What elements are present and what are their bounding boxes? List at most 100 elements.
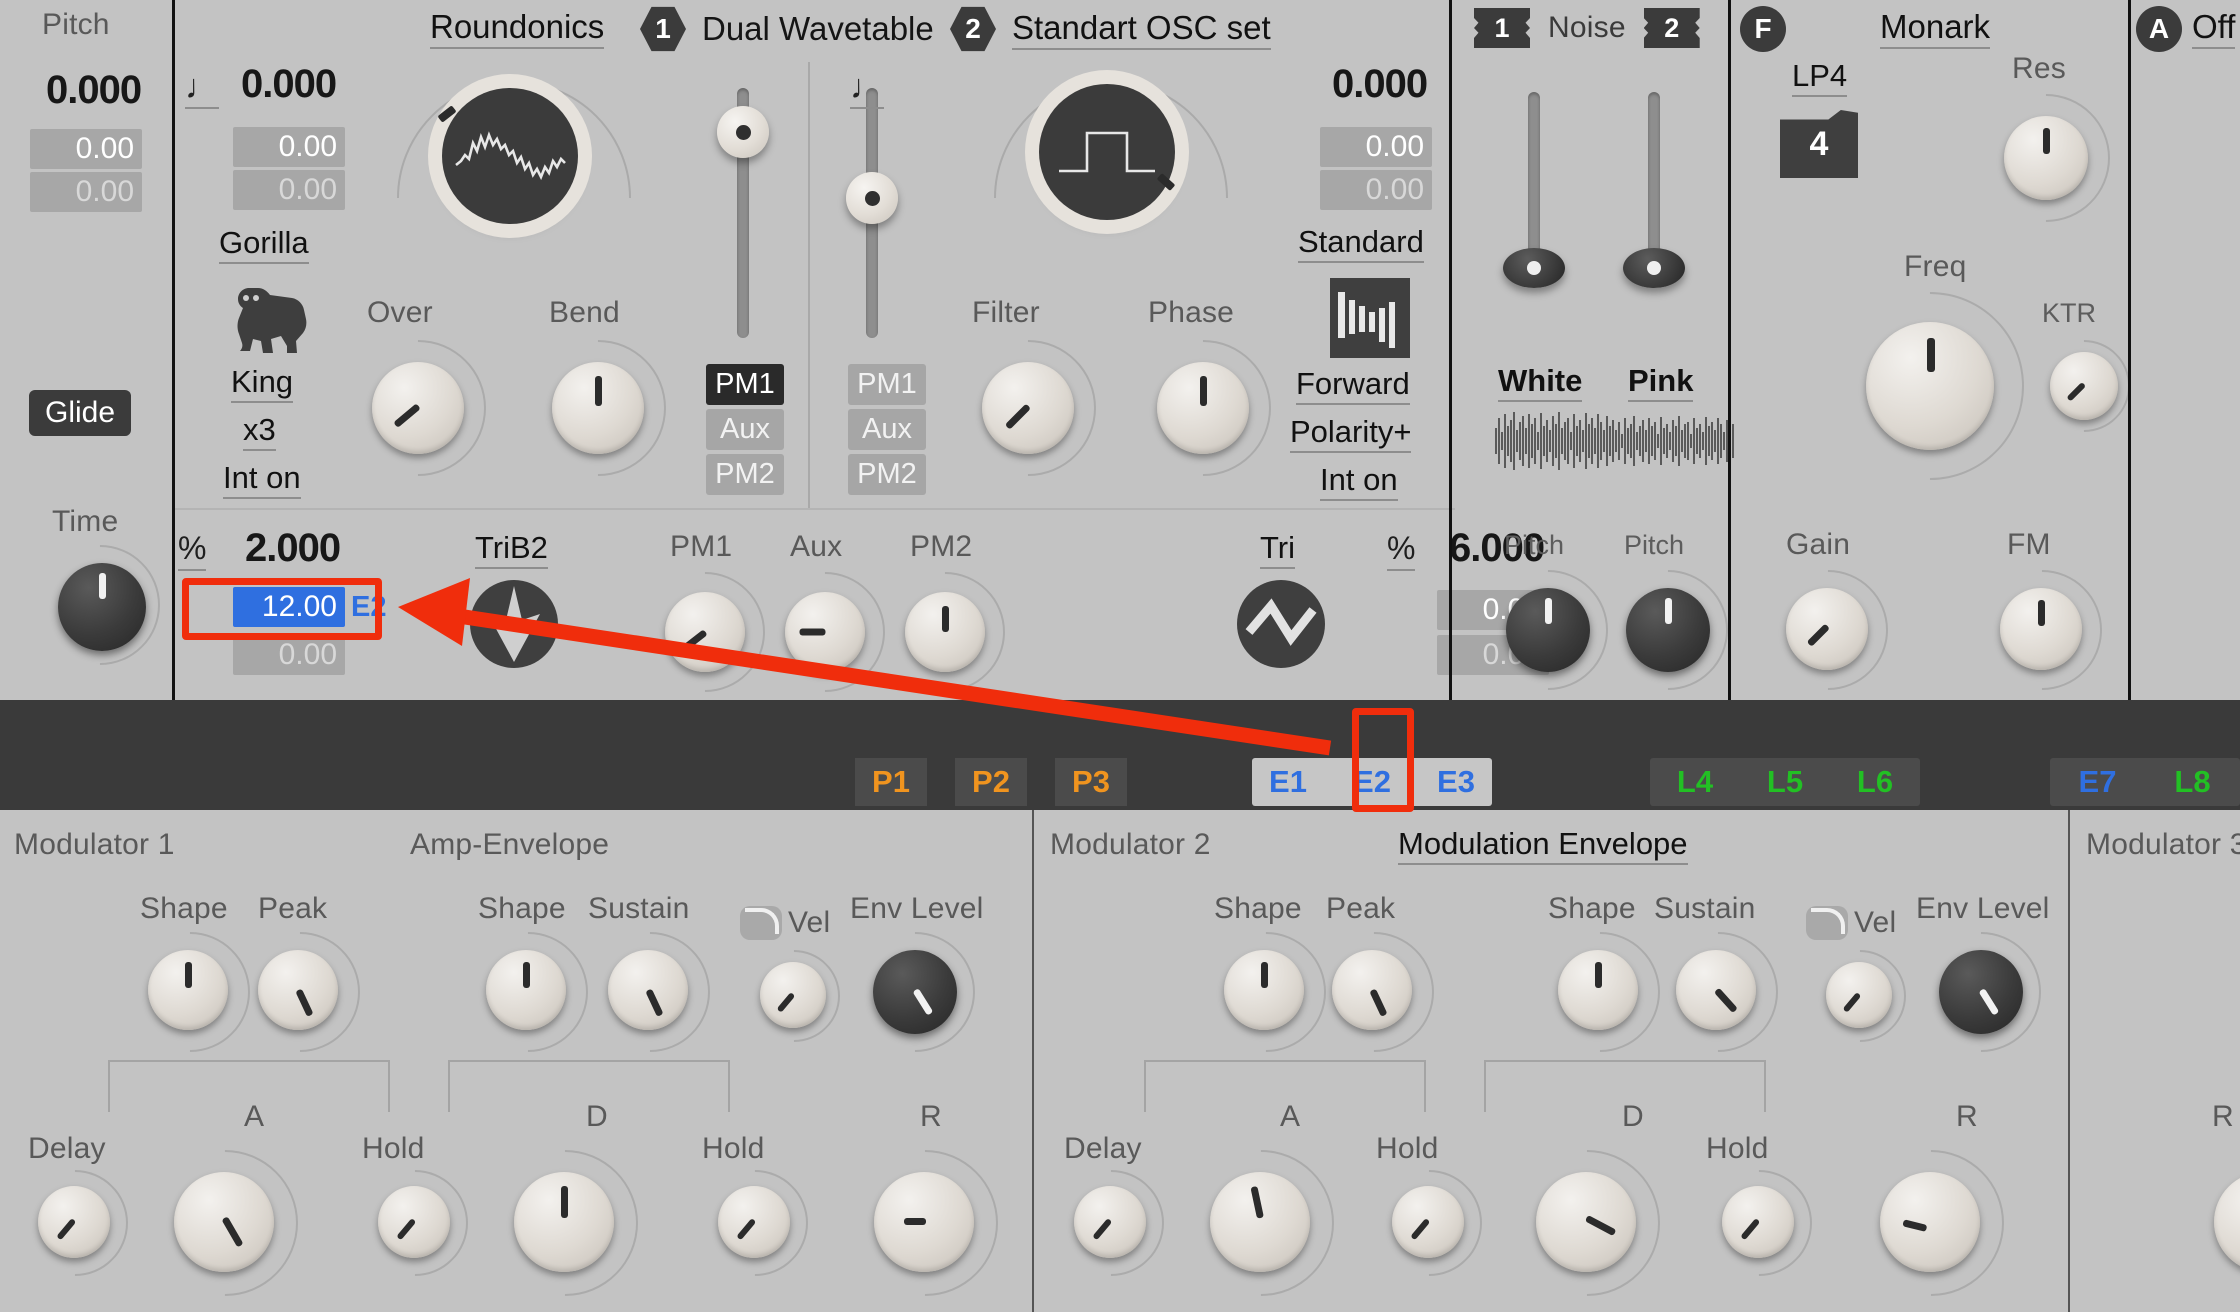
m1-shape-d-knob[interactable] bbox=[443, 907, 613, 1077]
osc1-wavetable-name[interactable]: Gorilla bbox=[219, 225, 309, 264]
pitch-mod-value-2[interactable]: 0.00 bbox=[30, 172, 142, 212]
osc1-level-slider-thumb[interactable] bbox=[717, 106, 769, 158]
filter-gain-knob[interactable] bbox=[1743, 545, 1913, 715]
osc2-mod-value-2[interactable]: 0.00 bbox=[1320, 170, 1432, 210]
tab-e3[interactable]: E3 bbox=[1420, 758, 1492, 806]
noise-pink-pitch-knob[interactable] bbox=[1583, 545, 1753, 715]
m2-attack-knob[interactable] bbox=[1157, 1119, 1365, 1312]
m1-hold1-knob[interactable] bbox=[340, 1148, 490, 1298]
glide-time-knob[interactable] bbox=[15, 520, 185, 690]
noise-white-pitch-knob[interactable] bbox=[1463, 545, 1633, 715]
osc1-mod-value-2[interactable]: 0.00 bbox=[233, 170, 345, 210]
wavetable-waveform bbox=[455, 131, 566, 181]
tab-p2[interactable]: P2 bbox=[955, 758, 1027, 806]
modulator-1-name: Modulator 1 bbox=[14, 828, 175, 861]
m2-shape-a-label: Shape bbox=[1214, 892, 1302, 925]
tab-e1[interactable]: E1 bbox=[1252, 758, 1324, 806]
osc1-chip-pm1[interactable]: PM1 bbox=[706, 364, 784, 405]
tab-l4[interactable]: L4 bbox=[1650, 758, 1740, 806]
osc1-mod-value-1[interactable]: 0.00 bbox=[233, 127, 345, 167]
osc1-sub-wave-name[interactable]: TriB2 bbox=[475, 530, 548, 569]
tab-l6[interactable]: L6 bbox=[1830, 758, 1920, 806]
filter-fm-label: FM bbox=[2007, 528, 2051, 561]
m2-peak-knob[interactable] bbox=[1289, 907, 1459, 1077]
osc1-chip-aux[interactable]: Aux bbox=[706, 409, 784, 450]
osc-mix-pm2-knob[interactable] bbox=[860, 547, 1030, 717]
tab-p1[interactable]: P1 bbox=[855, 758, 927, 806]
m1-shape-a-knob[interactable] bbox=[105, 907, 275, 1077]
osc1-king-label[interactable]: King bbox=[231, 364, 294, 403]
osc2-wave-display[interactable] bbox=[987, 68, 1235, 264]
osc2-mode-name[interactable]: Standard bbox=[1298, 224, 1424, 263]
m1-hold2-knob[interactable] bbox=[680, 1148, 830, 1298]
vel-curve-icon[interactable] bbox=[1806, 906, 1848, 940]
noise-pink-label[interactable]: Pink bbox=[1628, 363, 1694, 402]
tab-p3[interactable]: P3 bbox=[1055, 758, 1127, 806]
osc2-int-label[interactable]: Int on bbox=[1320, 462, 1398, 501]
osc2-mod-value-1[interactable]: 0.00 bbox=[1320, 127, 1432, 167]
osc2-forward-label[interactable]: Forward bbox=[1296, 366, 1410, 405]
amp-title[interactable]: Off bbox=[2192, 8, 2236, 49]
osc1-chip-pm2[interactable]: PM2 bbox=[706, 454, 784, 495]
m1-env-level-knob[interactable] bbox=[830, 907, 1000, 1077]
osc2-level-slider-thumb[interactable] bbox=[846, 172, 898, 224]
noise-white-slider[interactable] bbox=[1528, 92, 1540, 270]
osc-mix-aux-knob[interactable] bbox=[740, 547, 910, 717]
filter-title[interactable]: Monark bbox=[1880, 8, 1991, 49]
noise-badge-2[interactable]: 2 bbox=[1643, 8, 1700, 48]
osc2-chip-aux[interactable]: Aux bbox=[848, 409, 926, 450]
osc1-badge[interactable]: 1 bbox=[640, 6, 686, 52]
m1-decay-knob[interactable] bbox=[461, 1119, 669, 1312]
noise-white-label[interactable]: White bbox=[1498, 363, 1583, 402]
filter-fm-knob[interactable] bbox=[1957, 545, 2127, 715]
osc2-phase-knob[interactable] bbox=[1106, 311, 1300, 505]
osc2-chip-pm2[interactable]: PM2 bbox=[848, 454, 926, 495]
m2-decay-knob[interactable] bbox=[1483, 1119, 1691, 1312]
filter-type-label[interactable]: LP4 bbox=[1792, 58, 1848, 97]
m1-release-knob[interactable] bbox=[821, 1119, 1029, 1312]
noise-white-slider-thumb[interactable] bbox=[1503, 248, 1565, 288]
osc2-filter-knob[interactable] bbox=[931, 311, 1125, 505]
vel-curve-icon[interactable] bbox=[740, 906, 782, 940]
m2-env-level-knob[interactable] bbox=[1896, 907, 2066, 1077]
m1-delay-knob[interactable] bbox=[0, 1148, 150, 1298]
noise-badge-1[interactable]: 1 bbox=[1474, 8, 1530, 48]
tab-l5[interactable]: L5 bbox=[1740, 758, 1830, 806]
osc2-chip-pm1[interactable]: PM1 bbox=[848, 364, 926, 405]
noise-pink-slider[interactable] bbox=[1648, 92, 1660, 270]
m2-sustain-knob[interactable] bbox=[1633, 907, 1803, 1077]
m2-release-knob[interactable] bbox=[1827, 1119, 2035, 1312]
osc1-over-knob[interactable] bbox=[321, 311, 515, 505]
amp-badge[interactable]: A bbox=[2136, 6, 2182, 52]
tab-e7[interactable]: E7 bbox=[2050, 758, 2145, 806]
glide-button[interactable]: Glide bbox=[29, 390, 132, 436]
m1-peak-knob[interactable] bbox=[215, 907, 385, 1077]
osc2-sub-wave-name[interactable]: Tri bbox=[1260, 530, 1295, 569]
noise-pink-slider-thumb[interactable] bbox=[1623, 248, 1685, 288]
filter-ktr-knob[interactable] bbox=[2018, 320, 2150, 452]
m3-release-knob[interactable] bbox=[2161, 1119, 2240, 1312]
osc1-set-name[interactable]: Roundonics bbox=[430, 8, 605, 49]
pitch-mod-value-1[interactable]: 0.00 bbox=[30, 129, 142, 169]
osc1-percent-slot-2-value[interactable]: 0.00 bbox=[233, 635, 345, 675]
osc-mix-pm1-knob[interactable] bbox=[620, 547, 790, 717]
filter-badge[interactable]: F bbox=[1740, 6, 1786, 52]
modulator-2-envelope-title[interactable]: Modulation Envelope bbox=[1398, 826, 1688, 865]
m2-delay-knob[interactable] bbox=[1036, 1148, 1186, 1298]
m1-vel-knob[interactable] bbox=[728, 930, 860, 1062]
tab-l8[interactable]: L8 bbox=[2145, 758, 2240, 806]
osc2-polarity-label[interactable]: Polarity+ bbox=[1290, 414, 1412, 453]
m2-hold1-knob[interactable] bbox=[1354, 1148, 1504, 1298]
m2-hold2-knob[interactable] bbox=[1684, 1148, 1834, 1298]
m2-vel-knob[interactable] bbox=[1794, 930, 1926, 1062]
filter-freq-knob[interactable] bbox=[1797, 253, 2063, 519]
m2-shape-d-knob[interactable] bbox=[1515, 907, 1685, 1077]
m2-shape-a-knob[interactable] bbox=[1181, 907, 1351, 1077]
m1-attack-knob[interactable] bbox=[121, 1119, 329, 1312]
osc1-bend-knob[interactable] bbox=[501, 311, 695, 505]
osc1-int-label[interactable]: Int on bbox=[223, 460, 301, 499]
filter-res-knob[interactable] bbox=[1955, 67, 2137, 249]
m1-sustain-knob[interactable] bbox=[565, 907, 735, 1077]
osc1-x3-label[interactable]: x3 bbox=[243, 412, 276, 451]
osc1-wavetable-display[interactable] bbox=[390, 72, 638, 264]
